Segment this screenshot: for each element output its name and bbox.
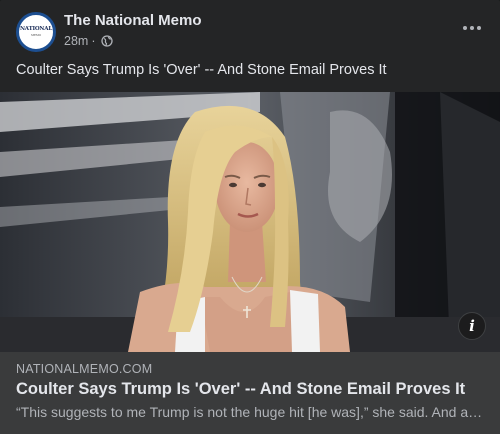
avatar-logo: NATIONAL MEMO	[19, 26, 52, 37]
meta-separator: ·	[91, 34, 96, 48]
more-dot	[470, 26, 474, 30]
post-card: NATIONAL MEMO The National Memo 28m · Co…	[0, 0, 500, 434]
post-timestamp[interactable]: 28m	[64, 34, 88, 48]
link-preview-details[interactable]: NATIONALMEMO.COM Coulter Says Trump Is '…	[0, 352, 500, 434]
globe-icon	[100, 35, 113, 47]
article-photo	[0, 92, 500, 352]
post-caption: Coulter Says Trump Is 'Over' -- And Ston…	[16, 62, 387, 78]
more-options-button[interactable]	[460, 18, 484, 38]
more-dot	[477, 26, 481, 30]
link-title[interactable]: Coulter Says Trump Is 'Over' -- And Ston…	[16, 380, 465, 399]
link-preview-image[interactable]: i	[0, 92, 500, 352]
info-icon: i	[469, 317, 475, 335]
page-name-link[interactable]: The National Memo	[64, 12, 202, 29]
post-header: NATIONAL MEMO The National Memo 28m ·	[0, 0, 500, 58]
info-button[interactable]: i	[458, 312, 486, 340]
page-avatar[interactable]: NATIONAL MEMO	[16, 12, 56, 52]
more-horizontal-icon	[463, 26, 467, 30]
link-description: “This suggests to me Trump is not the hu…	[16, 404, 484, 420]
post-meta: 28m ·	[64, 34, 113, 48]
link-domain: NATIONALMEMO.COM	[16, 362, 153, 376]
